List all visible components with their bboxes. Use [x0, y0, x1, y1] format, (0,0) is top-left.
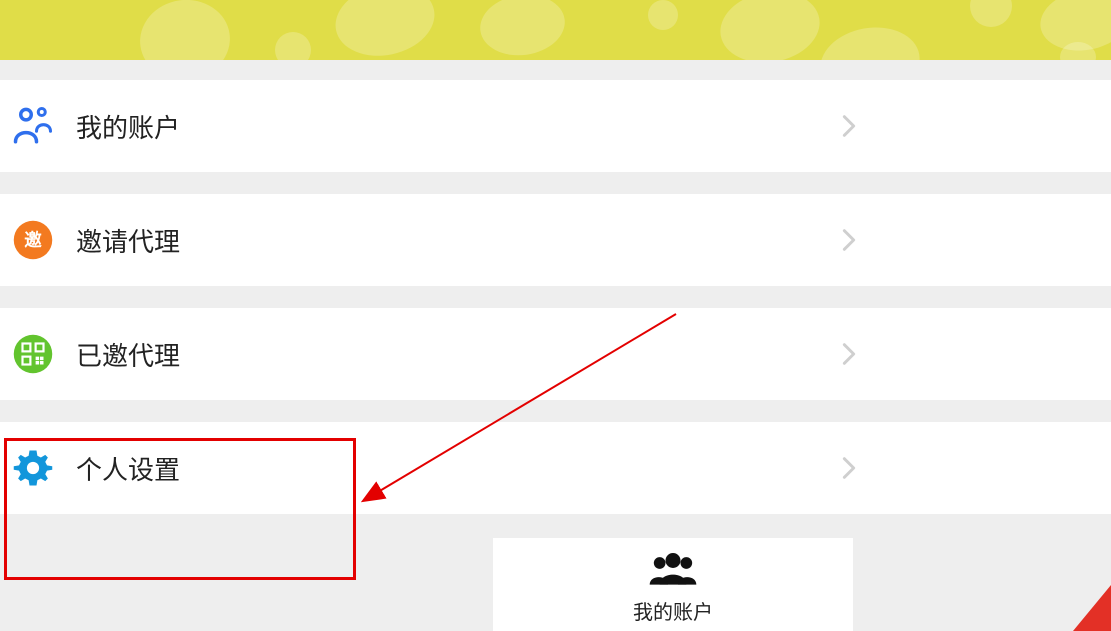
menu-label: 个人设置 — [76, 450, 835, 487]
menu-label: 邀请代理 — [76, 222, 835, 259]
menu-list: 我的账户 邀 邀请代理 — [0, 80, 1111, 514]
chevron-right-icon — [835, 454, 863, 482]
menu-label: 已邀代理 — [76, 336, 835, 373]
menu-item-personal-settings[interactable]: 个人设置 — [0, 422, 1111, 514]
qrcode-icon — [12, 333, 54, 375]
people-icon — [12, 105, 54, 147]
users-icon — [648, 550, 698, 586]
chevron-right-icon — [835, 340, 863, 368]
menu-item-invite-agent[interactable]: 邀 邀请代理 — [0, 194, 1111, 286]
svg-text:邀: 邀 — [24, 230, 42, 250]
chevron-right-icon — [835, 226, 863, 254]
menu-item-invited-agents[interactable]: 已邀代理 — [0, 308, 1111, 400]
bottom-tab-label: 我的账户 — [633, 596, 713, 625]
corner-indicator — [1073, 585, 1111, 631]
bottom-tab-my-account[interactable]: 我的账户 — [493, 538, 853, 631]
chevron-right-icon — [835, 112, 863, 140]
gear-icon — [12, 447, 54, 489]
menu-item-my-account[interactable]: 我的账户 — [0, 80, 1111, 172]
menu-label: 我的账户 — [76, 108, 835, 145]
header-banner — [0, 0, 1111, 60]
invite-icon: 邀 — [12, 219, 54, 261]
